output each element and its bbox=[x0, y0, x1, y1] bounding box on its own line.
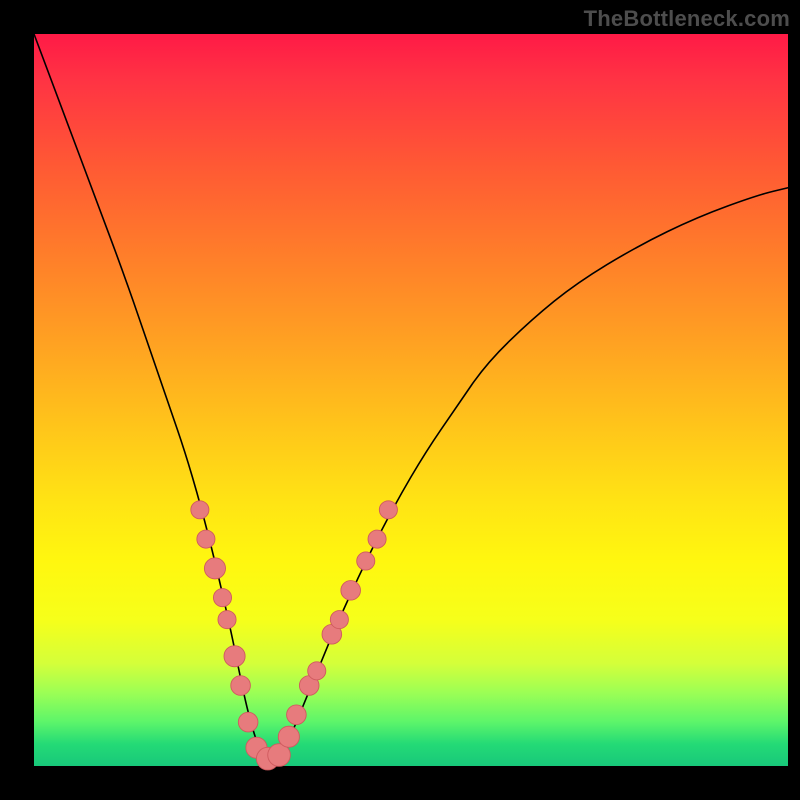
scatter-point bbox=[278, 726, 299, 747]
scatter-point bbox=[330, 611, 348, 629]
scatter-point bbox=[213, 589, 231, 607]
scatter-point bbox=[238, 712, 258, 732]
scatter-point bbox=[379, 501, 397, 519]
scatter-point bbox=[191, 501, 209, 519]
scatter-point bbox=[357, 552, 375, 570]
scatter-point bbox=[287, 705, 307, 725]
chart-stage: TheBottleneck.com bbox=[0, 0, 800, 800]
scatter-point bbox=[308, 662, 326, 680]
scatter-point bbox=[224, 646, 245, 667]
plot-area bbox=[34, 34, 788, 766]
curve-layer bbox=[34, 34, 788, 766]
scatter-points bbox=[191, 501, 398, 770]
scatter-point bbox=[204, 558, 225, 579]
scatter-point bbox=[197, 530, 215, 548]
bottleneck-curve bbox=[34, 34, 788, 759]
scatter-point bbox=[341, 581, 361, 601]
scatter-point bbox=[368, 530, 386, 548]
scatter-point bbox=[231, 676, 251, 696]
watermark-label: TheBottleneck.com bbox=[584, 6, 790, 32]
scatter-point bbox=[218, 611, 236, 629]
